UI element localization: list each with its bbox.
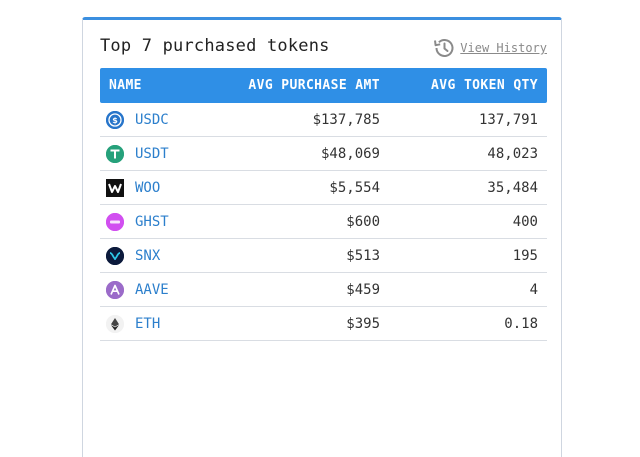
table-row[interactable]: SNX $513 195 (100, 239, 547, 273)
avg-purchase-amt: $600 (346, 213, 380, 230)
avg-token-qty: 4 (529, 281, 538, 298)
card-title: Top 7 purchased tokens (100, 36, 330, 56)
avg-purchase-amt: $459 (346, 281, 380, 298)
ghst-icon (106, 212, 124, 231)
token-symbol[interactable]: SNX (135, 248, 160, 264)
token-symbol[interactable]: ETH (135, 316, 160, 332)
avg-token-qty: 195 (512, 247, 538, 264)
view-history-link[interactable]: View History (432, 36, 547, 60)
table-row[interactable]: WOO $5,554 35,484 (100, 171, 547, 205)
snx-icon (106, 246, 124, 265)
card-header: Top 7 purchased tokens View History (100, 34, 547, 64)
table-row[interactable]: GHST $600 400 (100, 205, 547, 239)
table-row[interactable]: AAVE $459 4 (100, 273, 547, 307)
avg-token-qty: 0.18 (504, 315, 538, 332)
avg-token-qty: 35,484 (487, 179, 538, 196)
avg-purchase-amt: $395 (346, 315, 380, 332)
table-row[interactable]: ETH $395 0.18 (100, 307, 547, 341)
token-symbol[interactable]: USDT (135, 146, 169, 162)
token-symbol[interactable]: AAVE (135, 282, 169, 298)
tokens-table: NAME AVG PURCHASE AMT AVG TOKEN QTY $ US… (100, 68, 547, 341)
view-history-label[interactable]: View History (460, 41, 547, 55)
column-header-avg-purchase-amt[interactable]: AVG PURCHASE AMT (190, 78, 380, 93)
avg-token-qty: 400 (512, 213, 538, 230)
svg-text:$: $ (112, 116, 118, 125)
aave-icon (106, 280, 124, 299)
column-header-name[interactable]: NAME (100, 78, 190, 93)
table-row[interactable]: USDT $48,069 48,023 (100, 137, 547, 171)
history-icon (432, 36, 456, 60)
avg-purchase-amt: $513 (346, 247, 380, 264)
usdc-icon: $ (106, 110, 124, 129)
usdt-icon (106, 144, 124, 163)
avg-token-qty: 137,791 (478, 111, 538, 128)
table-row[interactable]: $ USDC $137,785 137,791 (100, 103, 547, 137)
avg-token-qty: 48,023 (487, 145, 538, 162)
avg-purchase-amt: $137,785 (312, 111, 380, 128)
avg-purchase-amt: $48,069 (320, 145, 380, 162)
table-header: NAME AVG PURCHASE AMT AVG TOKEN QTY (100, 68, 547, 103)
column-header-avg-token-qty[interactable]: AVG TOKEN QTY (380, 78, 547, 93)
token-symbol[interactable]: GHST (135, 214, 169, 230)
avg-purchase-amt: $5,554 (329, 179, 380, 196)
woo-icon (106, 178, 124, 197)
token-symbol[interactable]: USDC (135, 112, 169, 128)
token-symbol[interactable]: WOO (135, 180, 160, 196)
top-tokens-card: Top 7 purchased tokens View History NAME… (82, 17, 562, 457)
eth-icon (106, 314, 124, 333)
